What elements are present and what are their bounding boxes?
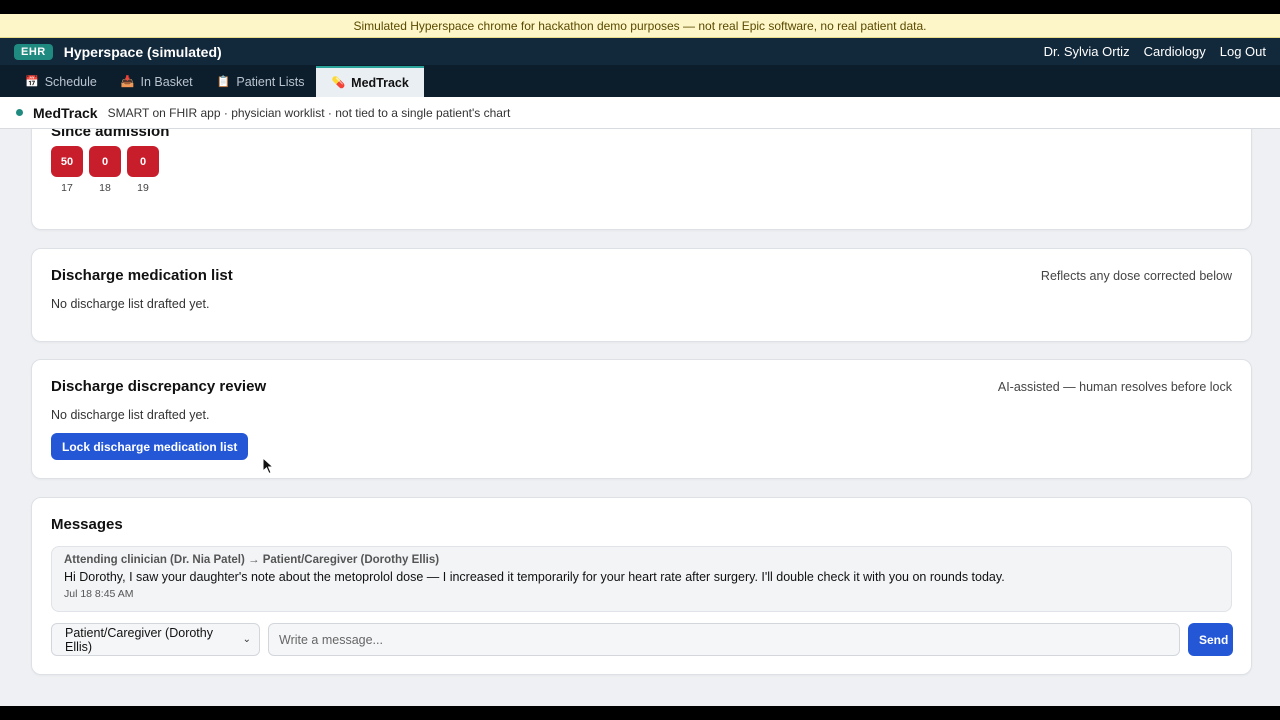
- app-header: MedTrack SMART on FHIR app · physician w…: [0, 97, 1280, 129]
- tab-medtrack-label: MedTrack: [351, 75, 409, 90]
- message-composer: Patient/Caregiver (Dorothy Ellis) ⌄ Send: [51, 623, 1233, 656]
- lock-discharge-list-button[interactable]: Lock discharge medication list: [51, 433, 249, 460]
- pill-icon: 💊: [331, 77, 346, 89]
- calendar-icon: 📅: [25, 76, 39, 88]
- discrepancy-review-card: Discharge discrepancy review AI-assisted…: [31, 359, 1252, 479]
- logout-link[interactable]: Log Out: [1220, 44, 1266, 59]
- dose-pill-row: 50 17 0 18 0 19: [51, 146, 159, 194]
- recipient-select[interactable]: Patient/Caregiver (Dorothy Ellis) ⌄: [51, 623, 260, 656]
- dose-pill-day: 0 19: [127, 146, 159, 194]
- app-subtitle: SMART on FHIR app · physician worklist ·…: [107, 105, 511, 120]
- message-body: Hi Dorothy, I saw your daughter's note a…: [64, 570, 1005, 584]
- message-input[interactable]: [268, 623, 1180, 656]
- ehr-badge: EHR: [14, 43, 53, 60]
- app-window: Simulated Hyperspace chrome for hackatho…: [0, 14, 1280, 706]
- chevron-down-icon: ⌄: [242, 634, 251, 645]
- discrepancy-review-empty: No discharge list drafted yet.: [51, 408, 210, 422]
- discrepancy-review-note: AI-assisted — human resolves before lock: [997, 379, 1232, 394]
- user-name[interactable]: Dr. Sylvia Ortiz: [1044, 44, 1130, 59]
- demo-banner-text: Simulated Hyperspace chrome for hackatho…: [353, 18, 927, 33]
- top-bar: EHR Hyperspace (simulated) Dr. Sylvia Or…: [0, 38, 1280, 65]
- recipient-value: Patient/Caregiver (Dorothy Ellis): [65, 625, 213, 654]
- day-label: 19: [137, 182, 149, 194]
- dose-count-pill[interactable]: 0: [127, 146, 159, 177]
- dose-count-pill[interactable]: 50: [51, 146, 83, 177]
- main-scroll-area[interactable]: Since admission 50 17 0 18 0 19 Discharg…: [0, 129, 1280, 706]
- tab-schedule-label: Schedule: [44, 74, 97, 89]
- dose-count-pill[interactable]: 0: [89, 146, 121, 177]
- dose-pill-day: 50 17: [51, 146, 83, 194]
- message-header: Attending clinician (Dr. Nia Patel) → Pa…: [64, 554, 440, 566]
- tab-schedule[interactable]: 📅 Schedule: [13, 66, 109, 97]
- since-admission-title: Since admission: [51, 129, 170, 140]
- discharge-list-empty: No discharge list drafted yet.: [51, 297, 210, 311]
- card-header: Discharge discrepancy review AI-assisted…: [51, 378, 1232, 395]
- clipboard-icon: 📋: [216, 76, 231, 88]
- message-item: Attending clinician (Dr. Nia Patel) → Pa…: [51, 546, 1232, 612]
- activity-tabs: 📅 Schedule 📥 In Basket 📋 Patient Lists 💊…: [0, 65, 1280, 97]
- message-timestamp: Jul 18 8:45 AM: [64, 588, 134, 600]
- since-admission-card: Since admission 50 17 0 18 0 19: [31, 129, 1252, 230]
- demo-banner: Simulated Hyperspace chrome for hackatho…: [0, 14, 1280, 38]
- messages-title: Messages: [51, 516, 123, 533]
- tab-in-basket-label: In Basket: [140, 74, 193, 89]
- day-label: 17: [61, 182, 73, 194]
- inbox-icon: 📥: [120, 76, 135, 88]
- messages-card: Messages Attending clinician (Dr. Nia Pa…: [31, 497, 1252, 675]
- discharge-list-note: Reflects any dose corrected below: [1040, 268, 1232, 283]
- dose-pill-day: 0 18: [89, 146, 121, 194]
- discharge-list-title: Discharge medication list: [51, 267, 233, 284]
- card-header: Discharge medication list Reflects any d…: [51, 267, 1232, 284]
- day-label: 18: [99, 182, 111, 194]
- discrepancy-review-title: Discharge discrepancy review: [51, 378, 267, 395]
- tab-patient-lists[interactable]: 📋 Patient Lists: [205, 66, 317, 97]
- send-button[interactable]: Send: [1188, 623, 1233, 656]
- tab-in-basket[interactable]: 📥 In Basket: [109, 66, 205, 97]
- tab-patient-lists-label: Patient Lists: [236, 74, 305, 89]
- tab-medtrack[interactable]: 💊 MedTrack: [316, 66, 424, 97]
- user-menu: Dr. Sylvia Ortiz Cardiology Log Out: [1030, 44, 1266, 59]
- app-title: Hyperspace (simulated): [63, 43, 222, 60]
- app-name: MedTrack: [33, 104, 98, 121]
- department-name[interactable]: Cardiology: [1144, 44, 1206, 59]
- mouse-cursor-icon: [262, 457, 274, 475]
- discharge-list-card: Discharge medication list Reflects any d…: [31, 248, 1252, 342]
- status-dot-icon: [16, 109, 23, 116]
